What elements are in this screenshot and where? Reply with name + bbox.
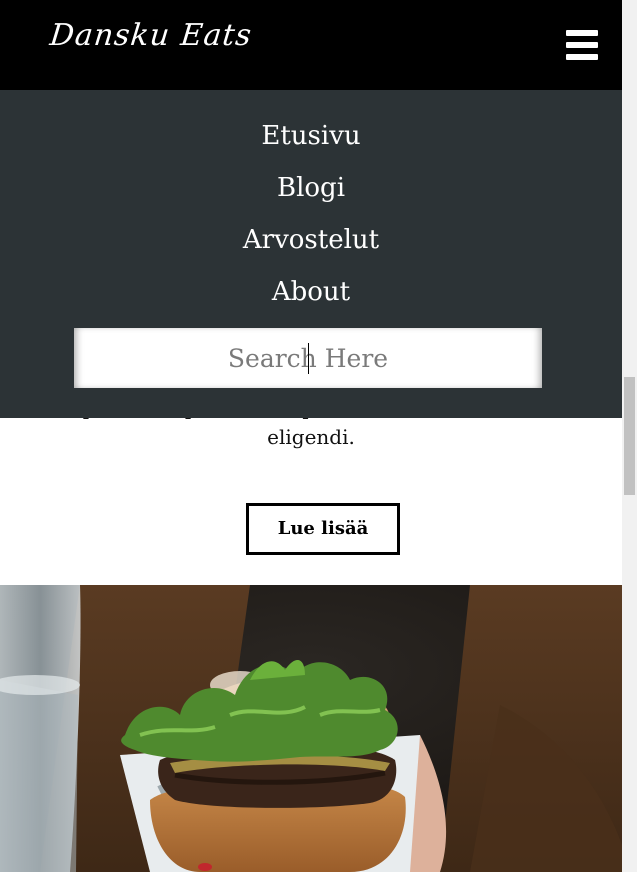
page: voluptatum explicabo ad quis maxime, har… (0, 0, 622, 872)
nav-item-blogi[interactable]: Blogi (0, 171, 622, 205)
vertical-scrollbar[interactable] (622, 0, 637, 872)
search-box (74, 328, 542, 388)
read-more-button[interactable]: Lue lisää (246, 503, 400, 555)
burger-photo (0, 585, 622, 872)
hamburger-bar (566, 54, 598, 60)
text-caret (308, 343, 309, 374)
site-header: Dansku Eats (0, 0, 622, 90)
hamburger-bar (566, 42, 598, 48)
nav-dropdown-menu: Etusivu Blogi Arvostelut About (0, 90, 622, 418)
nav-item-arvostelut[interactable]: Arvostelut (0, 223, 622, 257)
hamburger-bar (566, 30, 598, 36)
site-logo[interactable]: Dansku Eats (48, 18, 254, 53)
post-image-burger[interactable] (0, 585, 622, 872)
hamburger-menu-icon[interactable] (566, 30, 598, 60)
nav-item-about[interactable]: About (0, 275, 622, 309)
scrollbar-thumb[interactable] (624, 377, 635, 495)
nav-item-etusivu[interactable]: Etusivu (0, 119, 622, 153)
